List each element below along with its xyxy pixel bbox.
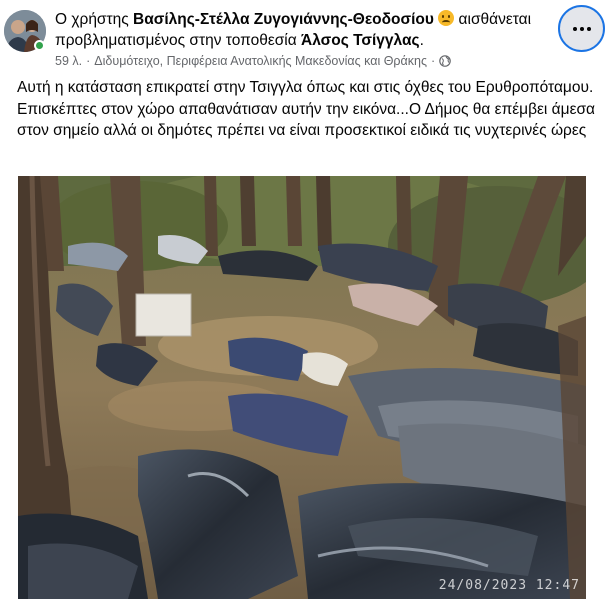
author-name-link[interactable]: Βασίλης-Στέλλα Ζυγογιάννης-Θεοδοσίου — [133, 11, 434, 28]
more-options-button[interactable] — [558, 5, 605, 52]
location-link[interactable]: Άλσος Τσίγγλας — [301, 32, 420, 49]
post-photo[interactable]: 24/08/2023 12:47 — [18, 176, 586, 599]
post-place[interactable]: Διδυμότειχο, Περιφέρεια Ανατολικής Μακεδ… — [94, 54, 427, 68]
post-header: Ο χρήστης Βασίλης-Στέλλα Ζυγογιάννης-Θεο… — [55, 9, 535, 51]
post-meta: 59 λ. · Διδυμότειχο, Περιφέρεια Ανατολικ… — [55, 54, 451, 68]
globe-icon[interactable] — [439, 55, 451, 67]
post-time-link[interactable]: 59 λ. — [55, 54, 82, 68]
post-text: Αυτή η κατάσταση επικρατεί στην Τσιγγλα … — [17, 79, 596, 140]
worried-face-emoji-icon — [438, 10, 455, 26]
more-horizontal-icon — [572, 26, 591, 31]
meta-separator-2: · — [431, 54, 436, 68]
online-status-dot — [34, 40, 45, 51]
header-prefix: Ο χρήστης — [55, 11, 129, 28]
facebook-post: Ο χρήστης Βασίλης-Στέλλα Ζυγογιάννης-Θεο… — [0, 0, 609, 599]
photo-timestamp: 24/08/2023 12:47 — [438, 578, 580, 593]
meta-separator: · — [86, 54, 91, 68]
header-period: . — [419, 32, 424, 49]
